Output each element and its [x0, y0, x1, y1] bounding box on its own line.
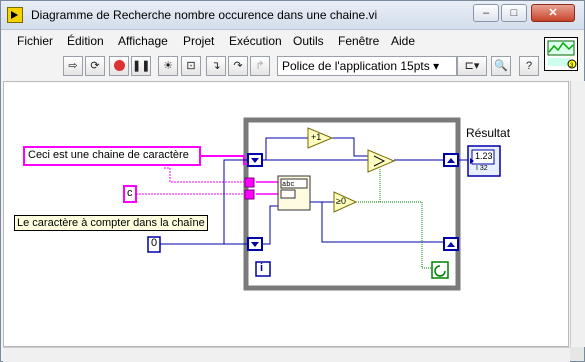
- wire-increment-to-select[interactable]: [332, 137, 368, 157]
- compare-label: ≥0: [336, 196, 346, 206]
- horizontal-scrollbar[interactable]: [3, 347, 570, 362]
- close-button[interactable]: ✕: [531, 4, 575, 22]
- align-icon[interactable]: ⊏▾: [457, 56, 487, 76]
- step-over-icon[interactable]: ↷: [228, 56, 248, 76]
- vertical-scrollbar[interactable]: [570, 81, 585, 347]
- main-window: Diagramme de Recherche nombre occurence …: [0, 0, 585, 362]
- iteration-label: i: [260, 262, 264, 274]
- help-icon[interactable]: ?: [519, 56, 539, 76]
- string-tunnel-2[interactable]: [244, 189, 255, 200]
- step-into-icon[interactable]: ↴: [206, 56, 226, 76]
- result-label: Résultat: [466, 126, 511, 140]
- maximize-button[interactable]: □: [501, 4, 527, 22]
- menu-fichier[interactable]: Fichier: [17, 34, 53, 48]
- indicator-subtext: I 32: [476, 165, 488, 172]
- labview-app-icon: [7, 7, 23, 23]
- vi-connector-icon[interactable]: 3: [544, 37, 578, 71]
- label-char-to-count: Le caractère à compter dans la chaîne: [14, 215, 208, 231]
- svg-text:abc: abc: [282, 181, 295, 189]
- retain-wire-values-icon[interactable]: ⊡: [181, 56, 201, 76]
- string-constant-text-1: Ceci est une chaine de caractère: [28, 149, 189, 161]
- block-diagram[interactable]: abc Ceci est une chaine de caractère c L…: [3, 81, 569, 347]
- toolbar: ⇨ ⟳ ❚❚ ☀ ⊡ ↴ ↷ ↱ Police de l'application…: [1, 54, 541, 80]
- run-continuous-icon[interactable]: ⟳: [85, 56, 105, 76]
- font-select-value: Police de l'application 15pts: [282, 59, 430, 73]
- wire-to-increment[interactable]: [262, 137, 308, 161]
- numeric-constant-value: 0: [151, 237, 158, 249]
- pause-icon[interactable]: ❚❚: [131, 56, 151, 76]
- step-out-icon[interactable]: ↱: [250, 56, 270, 76]
- window-title: Diagramme de Recherche nombre occurence …: [31, 8, 378, 22]
- menu-affichage[interactable]: Affichage: [118, 34, 168, 48]
- menu-outils[interactable]: Outils: [293, 34, 324, 48]
- minimize-button[interactable]: –: [473, 4, 499, 22]
- menu-aide[interactable]: Aide: [391, 34, 415, 48]
- menu-projet[interactable]: Projet: [183, 34, 214, 48]
- string-constant-text-2: c: [127, 187, 133, 199]
- bool-wire-stop[interactable]: [360, 201, 432, 269]
- scrollbar-corner: [570, 347, 584, 361]
- menu-fenetre[interactable]: Fenêtre: [338, 34, 379, 48]
- run-arrow-icon[interactable]: ⇨: [63, 56, 83, 76]
- font-select[interactable]: Police de l'application 15pts ▾: [277, 56, 457, 76]
- indicator-value: 1.23: [475, 151, 493, 161]
- numeric-wire-init[interactable]: [160, 159, 248, 245]
- title-bar: Diagramme de Recherche nombre occurence …: [1, 1, 584, 30]
- select-node[interactable]: [367, 149, 396, 173]
- wire-offset-in[interactable]: [262, 205, 278, 245]
- string-tunnel-1[interactable]: [244, 177, 255, 188]
- increment-label: +1: [311, 132, 322, 142]
- abort-icon[interactable]: [109, 56, 129, 76]
- string-wire-1b[interactable]: [164, 167, 248, 183]
- menu-edition[interactable]: Édition: [67, 34, 104, 48]
- highlight-execution-icon[interactable]: ☀: [158, 56, 178, 76]
- menu-bar: Fichier Édition Affichage Projet Exécuti…: [1, 30, 541, 52]
- bool-wire-select[interactable]: [356, 168, 381, 203]
- menu-execution[interactable]: Exécution: [229, 34, 282, 48]
- search-icon[interactable]: 🔍: [491, 56, 511, 76]
